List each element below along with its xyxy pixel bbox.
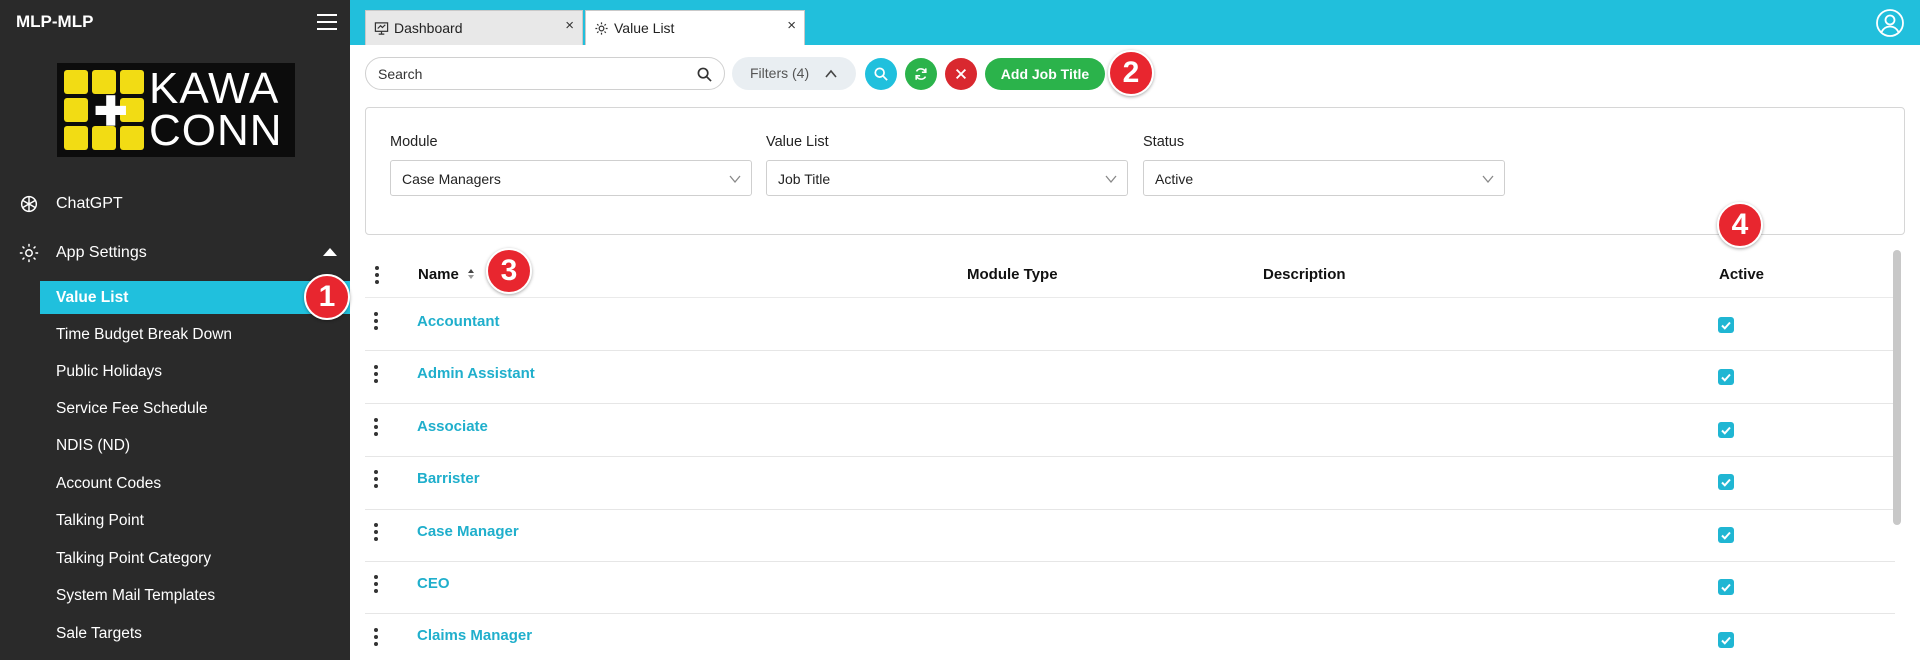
row-name-link[interactable]: Associate — [417, 418, 488, 435]
sidebar-item-ndis[interactable]: NDIS (ND) — [56, 437, 130, 455]
value-list-select[interactable]: Job Title — [766, 160, 1128, 196]
row-menu-icon[interactable] — [374, 470, 378, 491]
caret-up-icon[interactable] — [323, 248, 337, 256]
row-name-link[interactable]: Accountant — [417, 313, 500, 330]
kawaconn-logo: ✚ KAWA CONN — [57, 63, 295, 157]
table-scrollbar[interactable] — [1893, 250, 1901, 525]
active-checkbox[interactable] — [1718, 579, 1734, 595]
sidebar-item-account-codes[interactable]: Account Codes — [56, 475, 161, 493]
check-icon — [1721, 478, 1731, 487]
sidebar-item-sale-targets[interactable]: Sale Targets — [56, 625, 142, 643]
row-name-link[interactable]: Admin Assistant — [417, 365, 535, 382]
value-list-label: Value List — [766, 134, 829, 150]
user-profile-icon[interactable] — [1875, 8, 1905, 38]
active-checkbox[interactable] — [1718, 474, 1734, 490]
gear-icon — [595, 21, 608, 35]
chevron-down-icon — [1105, 175, 1117, 184]
check-icon — [1721, 531, 1731, 540]
refresh-button[interactable] — [905, 58, 937, 90]
search-icon — [697, 67, 712, 82]
sidebar-item-label: App Settings — [56, 244, 147, 261]
row-name-link[interactable]: Case Manager — [417, 523, 519, 540]
sidebar-item-public-holidays[interactable]: Public Holidays — [56, 363, 162, 381]
row-name-link[interactable]: Claims Manager — [417, 627, 532, 644]
check-icon — [1721, 636, 1731, 645]
sort-icon — [468, 269, 475, 279]
sidebar-item-chatgpt[interactable]: ChatGPT — [18, 193, 123, 215]
active-checkbox[interactable] — [1718, 369, 1734, 385]
active-checkbox[interactable] — [1718, 317, 1734, 333]
table-row[interactable] — [365, 404, 1895, 457]
active-checkbox[interactable] — [1718, 632, 1734, 648]
status-select[interactable]: Active — [1143, 160, 1505, 196]
search-icon — [874, 67, 888, 81]
check-icon — [1721, 426, 1731, 435]
annotation-badge-1: 1 — [304, 274, 350, 320]
hamburger-menu-icon[interactable] — [317, 14, 337, 30]
status-label: Status — [1143, 134, 1185, 150]
row-name-link[interactable]: Barrister — [417, 470, 480, 487]
table-row[interactable] — [365, 614, 1895, 660]
clear-button[interactable] — [945, 58, 977, 90]
sidebar-item-talking-point-category[interactable]: Talking Point Category — [56, 550, 211, 568]
app-title: MLP-MLP — [16, 12, 94, 31]
refresh-icon — [915, 68, 927, 80]
active-checkbox[interactable] — [1718, 422, 1734, 438]
openai-icon — [20, 195, 38, 213]
column-menu-icon[interactable] — [375, 266, 379, 287]
module-label: Module — [390, 134, 438, 150]
sidebar-item-time-budget[interactable]: Time Budget Break Down — [56, 326, 232, 344]
annotation-badge-3: 3 — [486, 248, 532, 294]
chevron-up-icon — [825, 69, 837, 78]
table-row[interactable] — [365, 509, 1895, 562]
row-menu-icon[interactable] — [374, 418, 378, 439]
close-icon — [955, 68, 967, 80]
chevron-down-icon — [1482, 175, 1494, 184]
column-header-module-type[interactable]: Module Type — [967, 266, 1058, 283]
column-header-active[interactable]: Active — [1719, 266, 1764, 283]
annotation-badge-4: 4 — [1717, 202, 1763, 248]
check-icon — [1721, 373, 1731, 382]
module-select[interactable]: Case Managers — [390, 160, 752, 196]
filters-toggle-button[interactable]: Filters (4) — [732, 57, 856, 90]
column-header-description[interactable]: Description — [1263, 266, 1346, 283]
sidebar-item-service-fee[interactable]: Service Fee Schedule — [56, 400, 208, 418]
column-header-name[interactable]: Name — [418, 266, 475, 283]
table-header — [365, 250, 1895, 298]
search-input[interactable]: Search — [365, 57, 725, 90]
table-row[interactable] — [365, 561, 1895, 614]
sidebar-item-mail-templates[interactable]: System Mail Templates — [56, 587, 215, 605]
close-icon[interactable]: × — [787, 17, 796, 34]
row-menu-icon[interactable] — [374, 312, 378, 333]
row-menu-icon[interactable] — [374, 628, 378, 649]
chevron-down-icon — [729, 175, 741, 184]
search-button[interactable] — [865, 58, 897, 90]
row-name-link[interactable]: CEO — [417, 575, 450, 592]
check-icon — [1721, 321, 1731, 330]
close-icon[interactable]: × — [565, 17, 574, 34]
annotation-badge-2: 2 — [1108, 50, 1154, 96]
row-menu-icon[interactable] — [374, 365, 378, 386]
gear-icon — [19, 243, 39, 263]
presentation-icon — [374, 21, 389, 35]
sidebar-item-app-settings[interactable]: App Settings — [18, 242, 147, 264]
table-row[interactable] — [365, 351, 1895, 404]
tab-value-list[interactable]: Value List × — [585, 10, 805, 45]
table-row[interactable] — [365, 298, 1895, 351]
row-menu-icon[interactable] — [374, 523, 378, 544]
tab-dashboard[interactable]: Dashboard × — [365, 10, 583, 45]
sidebar-item-talking-point[interactable]: Talking Point — [56, 512, 144, 530]
sidebar: MLP-MLP ✚ KAWA CONN ChatGPT App Settings… — [0, 0, 350, 660]
check-icon — [1721, 583, 1731, 592]
row-menu-icon[interactable] — [374, 575, 378, 596]
table-row[interactable] — [365, 457, 1895, 510]
sidebar-item-label: ChatGPT — [56, 195, 123, 212]
add-job-title-button[interactable]: Add Job Title — [985, 58, 1105, 90]
active-checkbox[interactable] — [1718, 527, 1734, 543]
